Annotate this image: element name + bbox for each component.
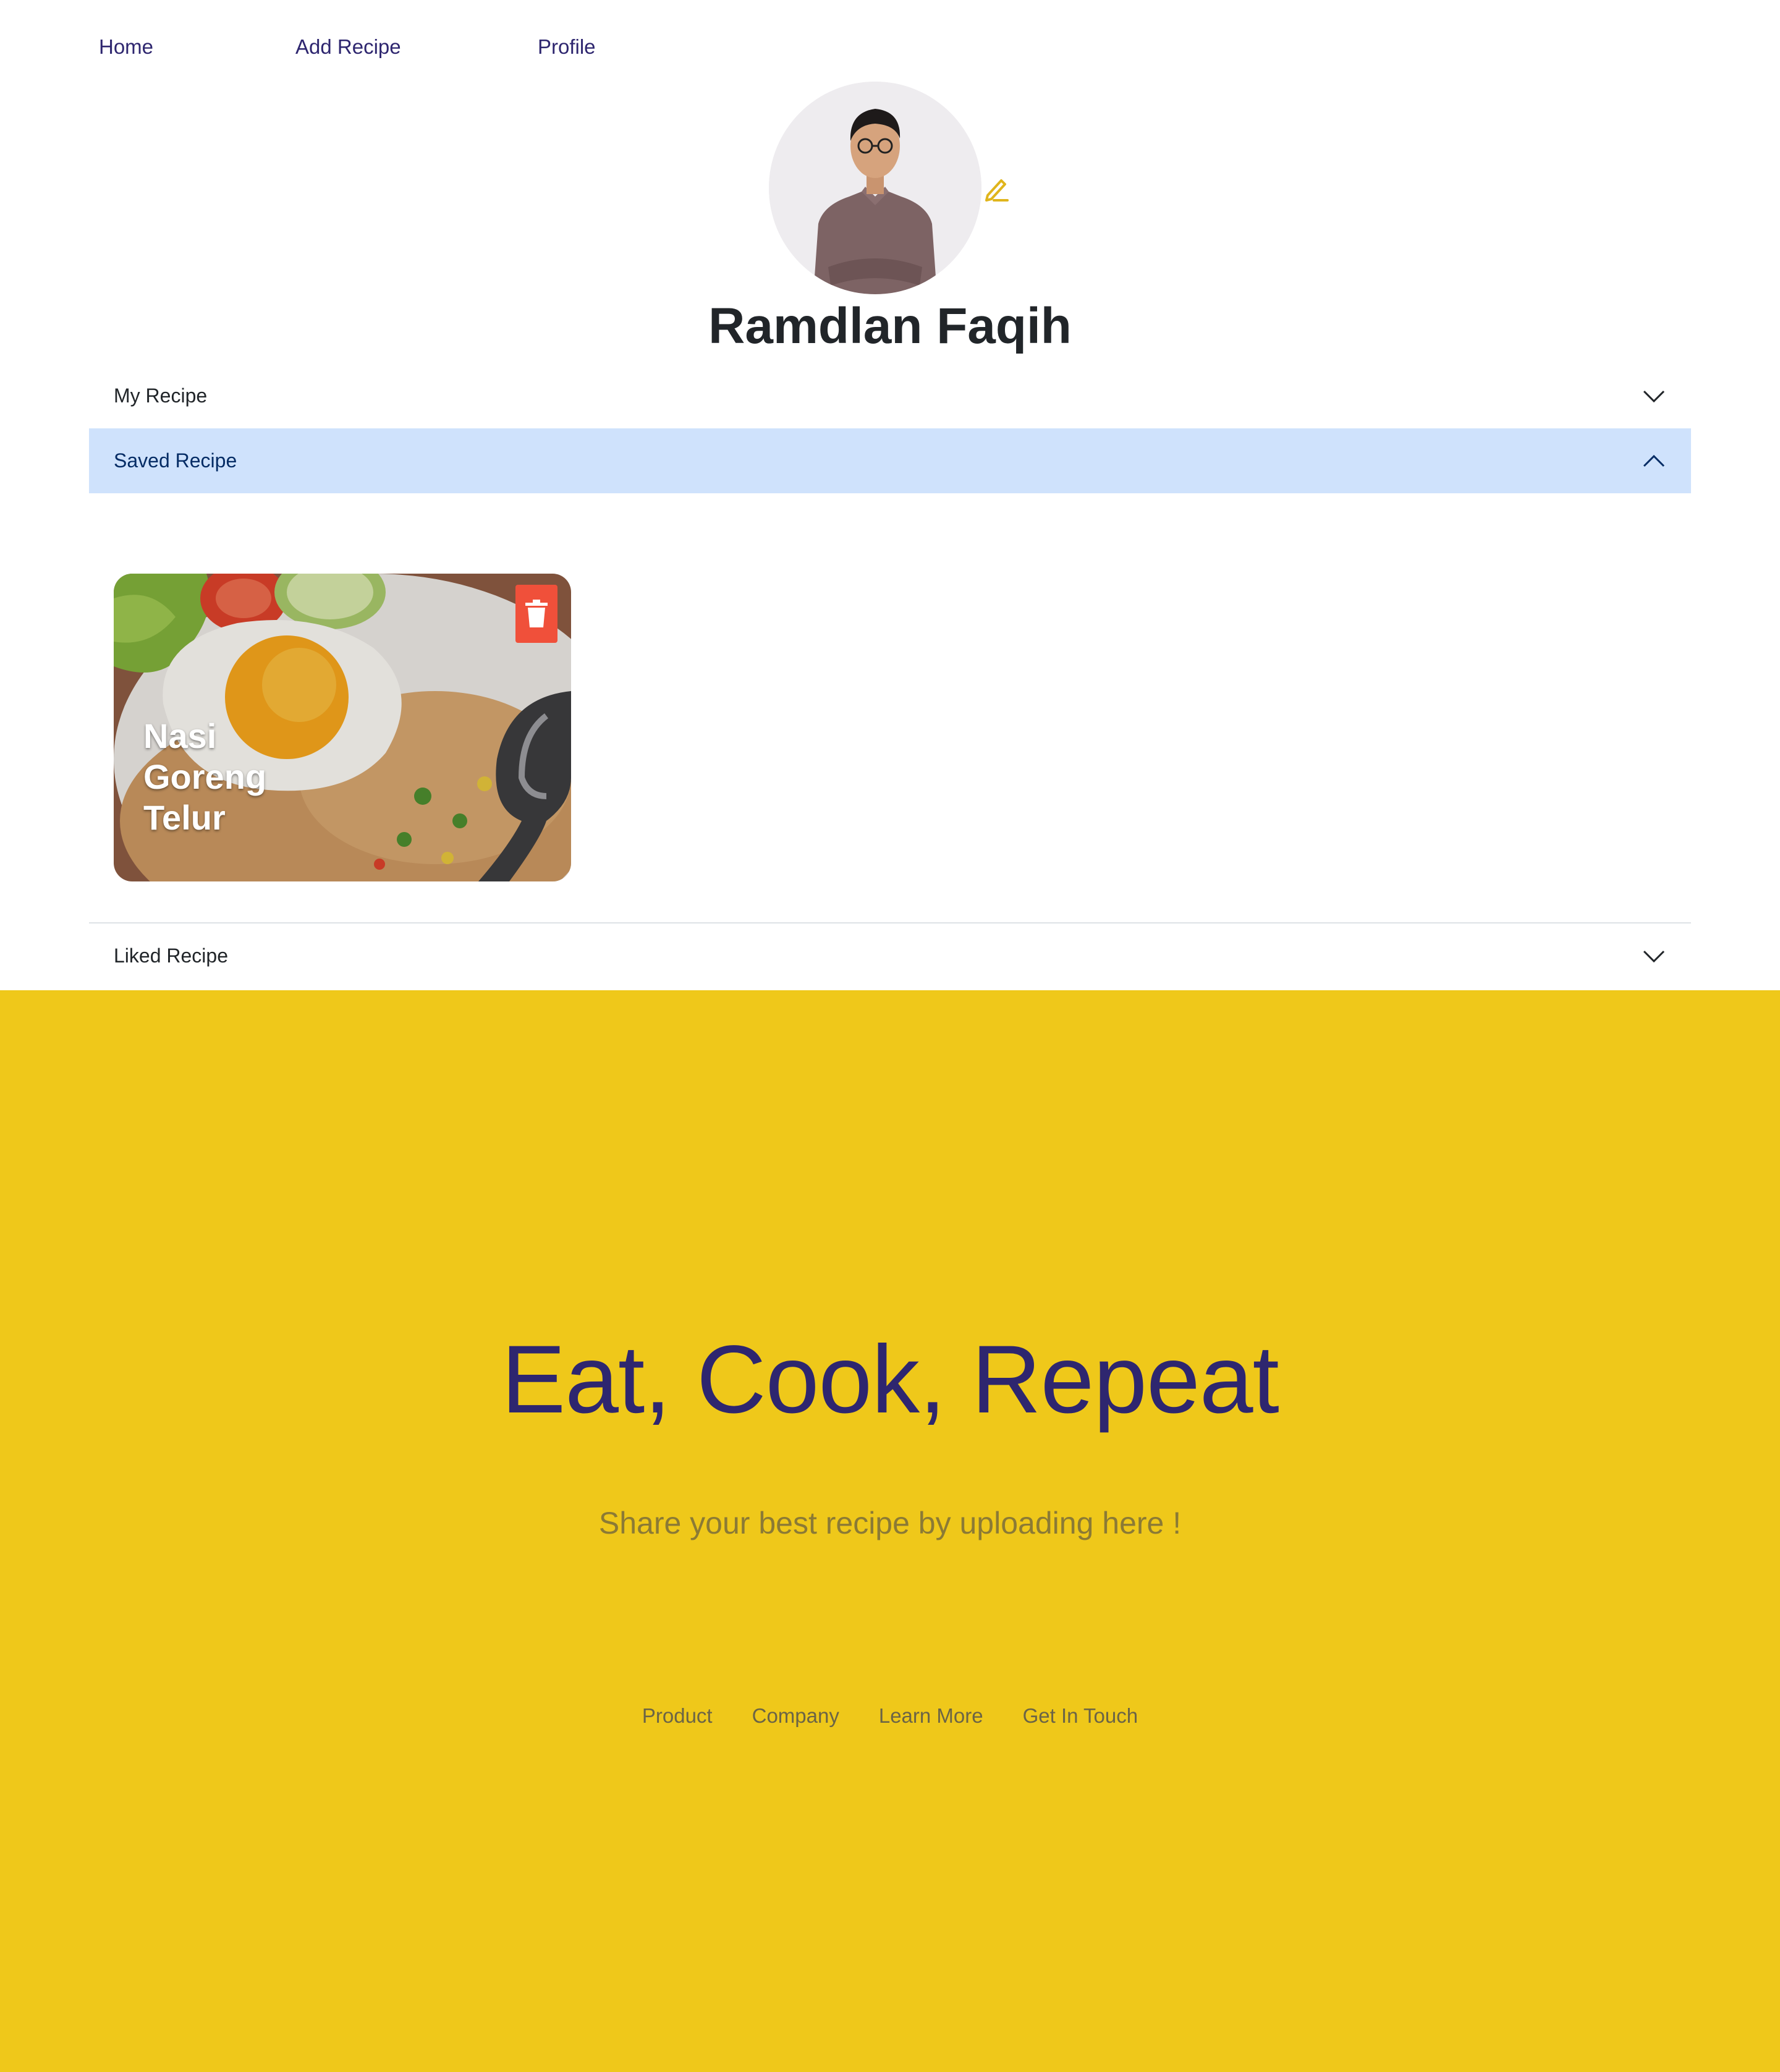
accordion-saved-recipe-label: Saved Recipe: [114, 449, 237, 472]
recipe-card[interactable]: Nasi Goreng Telur: [114, 574, 571, 881]
accordion-my-recipe-label: My Recipe: [114, 384, 208, 407]
nav-profile-link[interactable]: Profile: [538, 35, 596, 59]
recipe-accordion: My Recipe Saved Recipe Nasi Goreng Telur…: [89, 363, 1691, 988]
chevron-down-icon: [1643, 390, 1665, 402]
profile-name: Ramdlan Faqih: [708, 298, 1072, 354]
accordion-saved-recipe[interactable]: Saved Recipe: [89, 428, 1691, 493]
top-navbar: Home Add Recipe Profile: [0, 0, 1780, 80]
delete-recipe-button[interactable]: [515, 585, 557, 643]
footer-link-company[interactable]: Company: [752, 1704, 839, 1728]
recipe-title: Nasi Goreng Telur: [143, 716, 267, 837]
accordion-liked-recipe-label: Liked Recipe: [114, 945, 228, 967]
avatar-photo: [769, 82, 981, 294]
nav-home-link[interactable]: Home: [99, 35, 153, 59]
trash-icon: [525, 600, 548, 627]
footer-link-learn-more[interactable]: Learn More: [879, 1704, 983, 1728]
footer-links: Product Company Learn More Get In Touch: [0, 1704, 1780, 1728]
avatar: [769, 82, 981, 294]
footer: Eat, Cook, Repeat Share your best recipe…: [0, 990, 1780, 2072]
footer-subtagline: Share your best recipe by uploading here…: [598, 1506, 1182, 1540]
footer-tagline: Eat, Cook, Repeat: [501, 1326, 1279, 1433]
accordion-my-recipe[interactable]: My Recipe: [89, 363, 1691, 428]
edit-pencil-icon[interactable]: [981, 174, 1011, 204]
chevron-down-icon: [1643, 950, 1665, 962]
footer-link-get-in-touch[interactable]: Get In Touch: [1023, 1704, 1138, 1728]
nav-add-recipe-link[interactable]: Add Recipe: [295, 35, 401, 59]
chevron-up-icon: [1643, 454, 1665, 467]
saved-recipe-panel: Nasi Goreng Telur: [89, 493, 1691, 923]
accordion-liked-recipe[interactable]: Liked Recipe: [89, 923, 1691, 988]
footer-link-product[interactable]: Product: [642, 1704, 713, 1728]
